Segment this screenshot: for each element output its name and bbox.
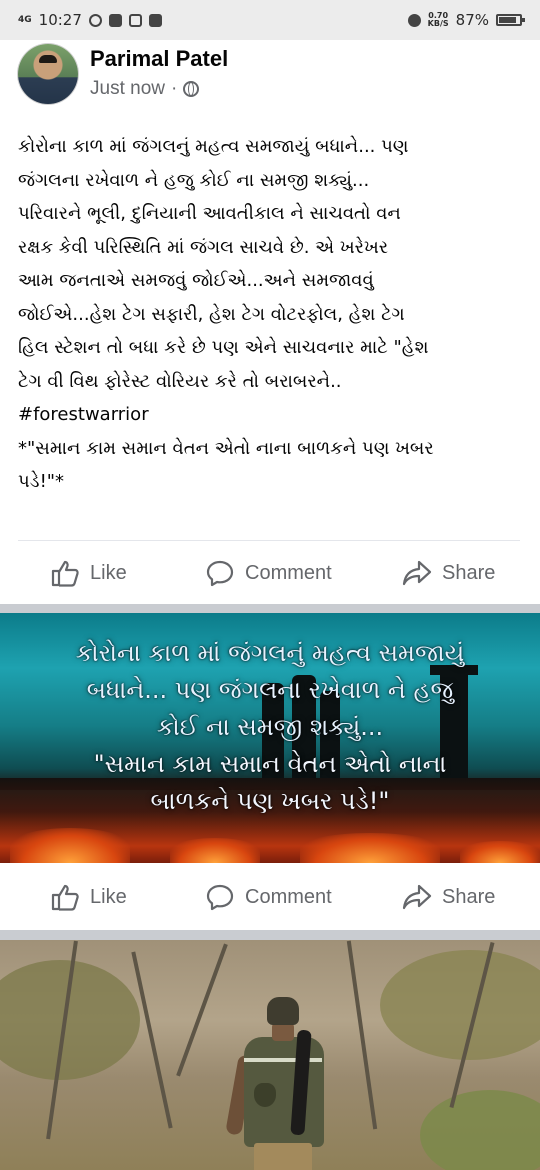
whatsapp-notification-icon [88,13,102,27]
app-notification-icon [148,13,162,27]
bush [420,1090,540,1170]
share-button[interactable]: Share [402,883,495,911]
like-label: Like [90,561,127,584]
share-label: Share [442,561,496,584]
comment-button[interactable]: Comment [205,559,332,587]
caption-line: બાળકને પણ ખબર પડે!" [150,787,390,815]
share-label: Share [442,885,496,908]
like-button[interactable]: Like [50,883,127,911]
avatar[interactable] [18,44,78,104]
shared-photo[interactable] [0,940,540,1170]
status-bar: 4G 10:27 0.70 KB/S 87% [0,0,540,40]
post-meta: Just now · [90,78,228,100]
caption-line: કોરોના કાળ માં જંગલનું મહત્વ સમજાયું [75,639,465,667]
data-speed-unit: KB/S [427,19,449,28]
like-button[interactable]: Like [50,559,127,587]
gallery-notification-icon [108,13,122,27]
alarm-icon [407,13,421,27]
share-icon [402,560,432,586]
thumbs-up-icon [51,560,79,587]
share-button[interactable]: Share [402,559,495,587]
thumbs-up-icon [51,884,79,911]
forest-guard-figure [225,995,332,1170]
like-label: Like [90,885,127,908]
meta-separator: · [170,78,178,99]
battery-icon [496,14,525,26]
comment-label: Comment [245,885,332,908]
battery-percent: 87% [455,11,489,29]
data-speed-indicator: 0.70 KB/S [428,12,449,28]
tree [346,940,378,1130]
share-icon [402,884,432,910]
post-timestamp[interactable]: Just now [90,78,165,100]
fire [300,833,440,863]
feed-separator [0,604,540,613]
fire [10,828,130,863]
bush [380,950,540,1060]
caption-line: કોઈ ના સમજી શક્યું... [156,713,384,741]
author-block: Parimal Patel Just now · [90,46,228,100]
tree [131,951,173,1129]
signal-indicator: 4G [18,15,32,25]
clock: 10:27 [38,11,82,29]
comment-button[interactable]: Comment [205,883,332,911]
post-action-bar: Like Comment Share [0,548,540,598]
post-text: કોરોના કાળ માં જંગલનું મહત્વ સમજાયું બધા… [18,136,434,492]
caption-line: "સમાન કામ સમાન વેતન એતો નાના [93,750,447,778]
post-action-bar: Like Comment Share [0,872,540,922]
fire [460,841,540,863]
fire [170,838,260,863]
post-header: Parimal Patel Just now · [18,44,228,104]
divider [18,540,520,541]
caption-line: બધાને... પણ જંગલના રખેવાળ ને હજુ [86,676,454,704]
comment-icon [206,884,234,911]
globe-icon[interactable] [183,81,200,97]
comment-label: Comment [245,561,332,584]
tree [176,943,228,1077]
author-name[interactable]: Parimal Patel [90,46,228,72]
feed-separator [0,930,540,940]
image-caption: કોરોના કાળ માં જંગલનું મહત્વ સમજાયું બધા… [20,635,520,820]
comment-icon [206,560,234,587]
message-notification-icon [128,13,142,27]
shared-image[interactable]: કોરોના કાળ માં જંગલનું મહત્વ સમજાયું બધા… [0,613,540,863]
